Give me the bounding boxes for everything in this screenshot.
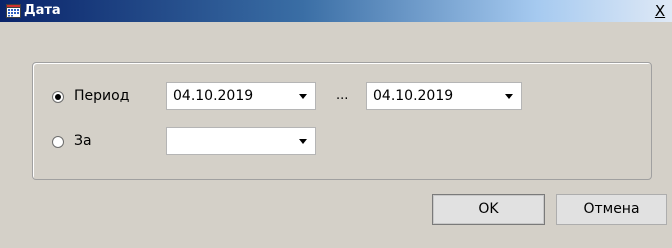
- za-dropdown[interactable]: [166, 127, 316, 155]
- date-group-box: [32, 62, 652, 180]
- radio-period[interactable]: [52, 91, 64, 103]
- close-button[interactable]: X: [651, 2, 669, 20]
- radio-za[interactable]: [52, 136, 64, 148]
- period-to-dropdown[interactable]: 04.10.2019: [366, 82, 522, 110]
- window-title: Дата: [24, 3, 61, 18]
- radio-period-label[interactable]: Период: [74, 88, 129, 104]
- period-from-value: 04.10.2019: [173, 88, 254, 104]
- period-to-value: 04.10.2019: [373, 88, 454, 104]
- title-bar: Дата X: [0, 0, 672, 22]
- chevron-down-icon: [299, 94, 307, 99]
- chevron-down-icon: [505, 94, 513, 99]
- radio-selected-dot: [55, 94, 61, 100]
- chevron-down-icon: [299, 139, 307, 144]
- radio-za-label[interactable]: За: [74, 133, 92, 149]
- cancel-button[interactable]: Отмена: [556, 194, 667, 225]
- calendar-icon: [6, 4, 21, 18]
- range-separator: ...: [336, 88, 349, 103]
- period-from-dropdown[interactable]: 04.10.2019: [166, 82, 316, 110]
- ok-button[interactable]: OK: [432, 194, 545, 225]
